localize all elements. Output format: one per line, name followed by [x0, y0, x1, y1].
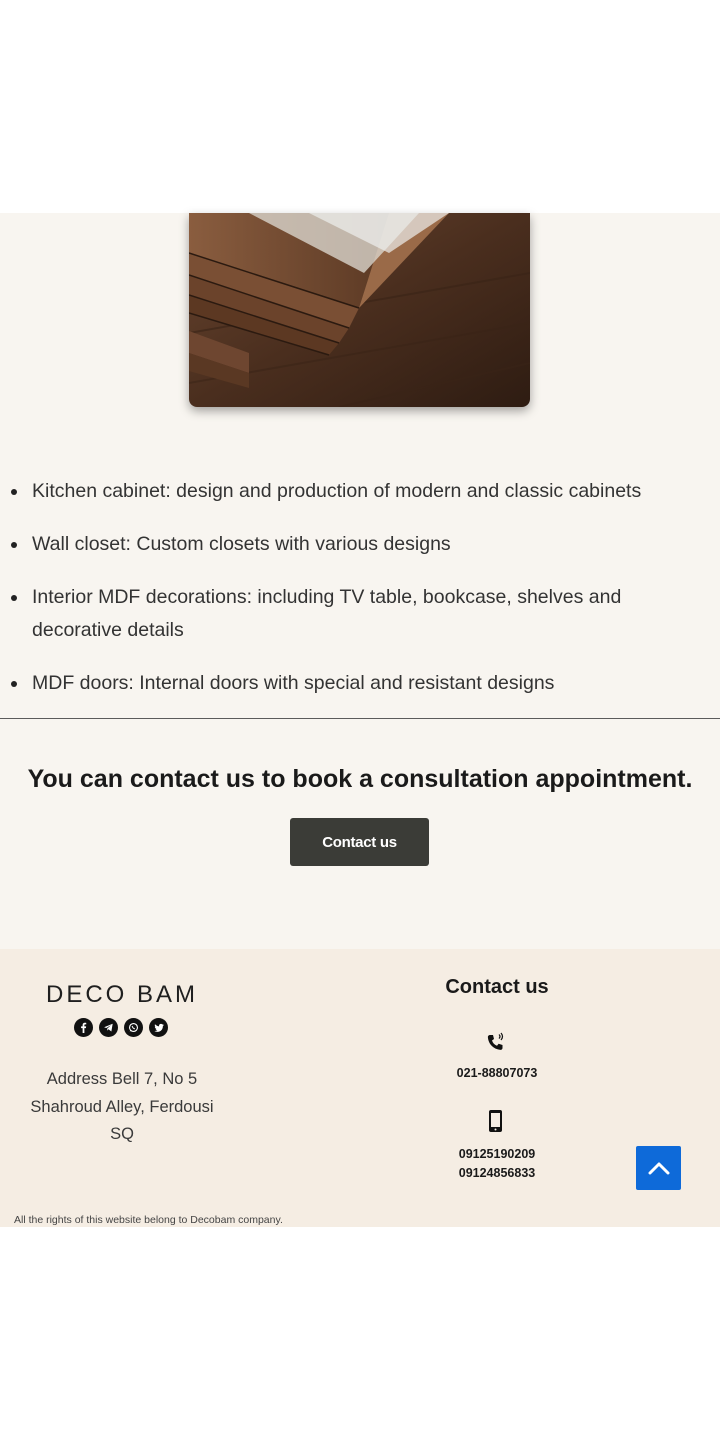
- section-divider: [0, 718, 720, 719]
- social-links: [74, 1018, 168, 1037]
- facebook-icon[interactable]: [74, 1018, 93, 1037]
- contact-us-button[interactable]: Contact us: [290, 818, 429, 866]
- list-item: Kitchen cabinet: design and production o…: [0, 475, 720, 508]
- services-section: Kitchen cabinet: design and production o…: [0, 213, 720, 949]
- hero-image: [189, 213, 530, 407]
- logo[interactable]: DECO BAM: [22, 981, 222, 1009]
- mobile-number[interactable]: 09125190209: [397, 1145, 597, 1164]
- whatsapp-icon[interactable]: [124, 1018, 143, 1037]
- mobile-number[interactable]: 09124856833: [397, 1164, 597, 1183]
- services-list: Kitchen cabinet: design and production o…: [0, 475, 720, 720]
- address-text: Address Bell 7, No 5 Shahroud Alley, Fer…: [30, 1070, 214, 1143]
- list-item: MDF doors: Internal doors with special a…: [0, 667, 720, 700]
- contact-heading: Contact us: [445, 976, 549, 998]
- list-item: Wall closet: Custom closets with various…: [0, 528, 720, 561]
- phone-icon: [485, 1031, 507, 1058]
- mobile-icon: [486, 1109, 506, 1138]
- list-item: Interior MDF decorations: including TV t…: [0, 581, 720, 647]
- copyright-text: All the rights of this website belong to…: [14, 1214, 283, 1226]
- mobile-numbers: 09125190209 09124856833: [397, 1145, 597, 1182]
- footer: DECO BAM Address Bell 7, No 5 Shahroud A…: [0, 949, 720, 1227]
- scroll-to-top-button[interactable]: [636, 1146, 681, 1190]
- twitter-icon[interactable]: [149, 1018, 168, 1037]
- cta-title: You can contact us to book a consultatio…: [27, 765, 693, 793]
- bottom-blank-area: [0, 1227, 720, 1440]
- top-blank-area: [0, 0, 720, 213]
- telegram-icon[interactable]: [99, 1018, 118, 1037]
- landline-number[interactable]: 021-88807073: [397, 1066, 597, 1080]
- chevron-up-icon: [648, 1162, 669, 1175]
